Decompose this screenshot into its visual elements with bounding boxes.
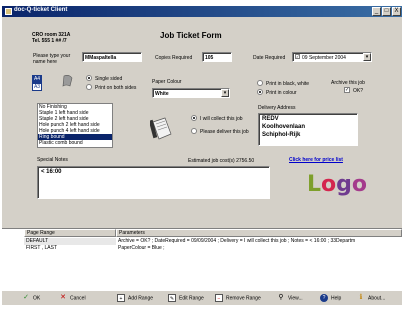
cancel-button[interactable]: ✕ Cancel	[59, 294, 86, 303]
date-dropdown-button[interactable]: ▾	[363, 53, 371, 61]
archive-checkbox[interactable]: ✓	[344, 87, 350, 93]
view-label: View...	[288, 295, 303, 302]
form-title: Job Ticket Form	[160, 31, 222, 40]
special-notes-label: Special Notes	[37, 157, 68, 163]
logo-letter: L	[307, 172, 322, 197]
document-binding-icon	[150, 117, 172, 140]
edit-range-label: Edit Range	[179, 295, 204, 302]
special-notes-value: < 16:00	[41, 169, 62, 175]
company-logo: Logo	[307, 172, 367, 197]
name-value: MMaspaltella	[85, 55, 117, 61]
cro-address-line2: Tel. 555 1 ## /7	[32, 38, 67, 44]
paper-size-a4[interactable]: A4	[32, 75, 42, 83]
help-label: Help	[331, 295, 342, 302]
finishing-option[interactable]: Plastic comb bound	[38, 140, 112, 146]
price-list-link[interactable]: Click here for price list	[289, 157, 343, 163]
paper-colour-value: White	[155, 91, 169, 97]
title-bar[interactable]: doc-Q-ticket Client _ □ X	[2, 6, 402, 17]
grid-cell-range[interactable]: DEFAULT	[24, 238, 116, 245]
window-title: doc-Q-ticket Client	[14, 7, 68, 13]
print-bw-label: Print in black, white	[266, 81, 310, 87]
magnifier-icon: ⚲	[278, 294, 284, 301]
paper-colour-select[interactable]: White ▾	[152, 88, 230, 98]
grid-cell-params[interactable]: Archive = OK? ; DateRequired = 09/09/200…	[116, 238, 402, 245]
name-label: Please type your name here	[33, 53, 71, 65]
print-colour-label: Print in colour	[266, 90, 297, 96]
help-button[interactable]: ? Help	[320, 294, 341, 303]
about-label: About...	[368, 295, 386, 302]
logo-letter: g	[336, 172, 352, 197]
delivery-line: Schiphol-Rijk	[262, 132, 301, 138]
copies-value: 105	[205, 55, 214, 61]
copies-input[interactable]: 105	[202, 52, 232, 62]
delivery-line: Koolhovenlaan	[262, 124, 306, 130]
app-icon	[5, 8, 12, 15]
print-colour-radio[interactable]	[257, 89, 263, 95]
grid-header-page-range[interactable]: Page Range	[24, 229, 116, 237]
edit-range-icon: ✎	[168, 294, 176, 302]
grid-cell-range[interactable]: FIRST , LAST	[24, 245, 116, 252]
paper-icon	[62, 75, 73, 87]
collect-job-radio[interactable]	[191, 115, 197, 121]
cancel-label: Cancel	[70, 295, 86, 302]
ok-label: OK	[33, 295, 41, 302]
info-icon: ℹ	[359, 294, 363, 301]
logo-letter: o	[351, 172, 368, 197]
archive-label: Archive this job	[331, 80, 365, 86]
single-sided-radio[interactable]	[86, 75, 92, 81]
remove-range-icon: −	[215, 294, 223, 302]
delivery-address-label: Delivery Address	[258, 105, 296, 111]
deliver-job-label: Please deliver this job	[200, 129, 249, 135]
add-range-label: Add Range	[128, 295, 154, 302]
archive-checkbox-label: OK?	[353, 88, 364, 94]
paper-colour-label: Paper Colour	[152, 79, 182, 85]
remove-range-label: Remove Range	[226, 295, 261, 302]
date-picker[interactable]: ✓ 09 September 2004 ▾	[292, 52, 372, 62]
collect-job-label: I will collect this job	[200, 116, 243, 122]
name-input[interactable]: MMaspaltella	[82, 52, 142, 62]
date-value: 09 September 2004	[302, 55, 346, 61]
minimize-button[interactable]: _	[372, 7, 381, 16]
paper-colour-dropdown-button[interactable]: ▾	[221, 89, 229, 97]
finishing-list[interactable]: No Finishing Staple 1 left hand side Sta…	[37, 103, 113, 148]
delivery-line: REDV	[262, 116, 279, 122]
single-sided-label: Single sided	[95, 76, 123, 82]
delivery-address-textarea[interactable]: REDV Koolhovenlaan Schiphol-Rijk	[258, 113, 358, 146]
logo-letter: o	[321, 172, 337, 197]
grid-cell-params[interactable]: PaperColour = Blue ;	[116, 245, 402, 252]
ok-button[interactable]: ✓ OK	[22, 294, 40, 303]
add-range-button[interactable]: + Add Range	[117, 294, 153, 303]
print-bw-radio[interactable]	[257, 80, 263, 86]
both-sides-label: Print on both sides	[95, 85, 137, 91]
paper-size-a3[interactable]: A3	[32, 83, 42, 91]
about-button[interactable]: ℹ About...	[357, 294, 386, 303]
copies-label: Copies Required	[155, 55, 193, 61]
cross-icon: ✕	[60, 294, 66, 301]
add-range-icon: +	[117, 294, 125, 302]
edit-range-button[interactable]: ✎ Edit Range	[168, 294, 204, 303]
view-button[interactable]: ⚲ View...	[277, 294, 303, 303]
date-enable-checkbox[interactable]: ✓	[295, 54, 300, 59]
grid-header-parameters[interactable]: Parameters	[116, 229, 402, 237]
date-label: Date Required	[253, 55, 286, 61]
estimated-cost-text: Estimated job cost(s) 2756.50	[188, 158, 255, 164]
deliver-job-radio[interactable]	[191, 128, 197, 134]
remove-range-button[interactable]: − Remove Range	[215, 294, 261, 303]
help-icon: ?	[320, 294, 328, 302]
both-sides-radio[interactable]	[86, 84, 92, 90]
maximize-button[interactable]: □	[382, 7, 391, 16]
close-button[interactable]: X	[392, 7, 401, 16]
checkmark-icon: ✓	[23, 294, 29, 301]
special-notes-textarea[interactable]: < 16:00	[37, 166, 270, 199]
